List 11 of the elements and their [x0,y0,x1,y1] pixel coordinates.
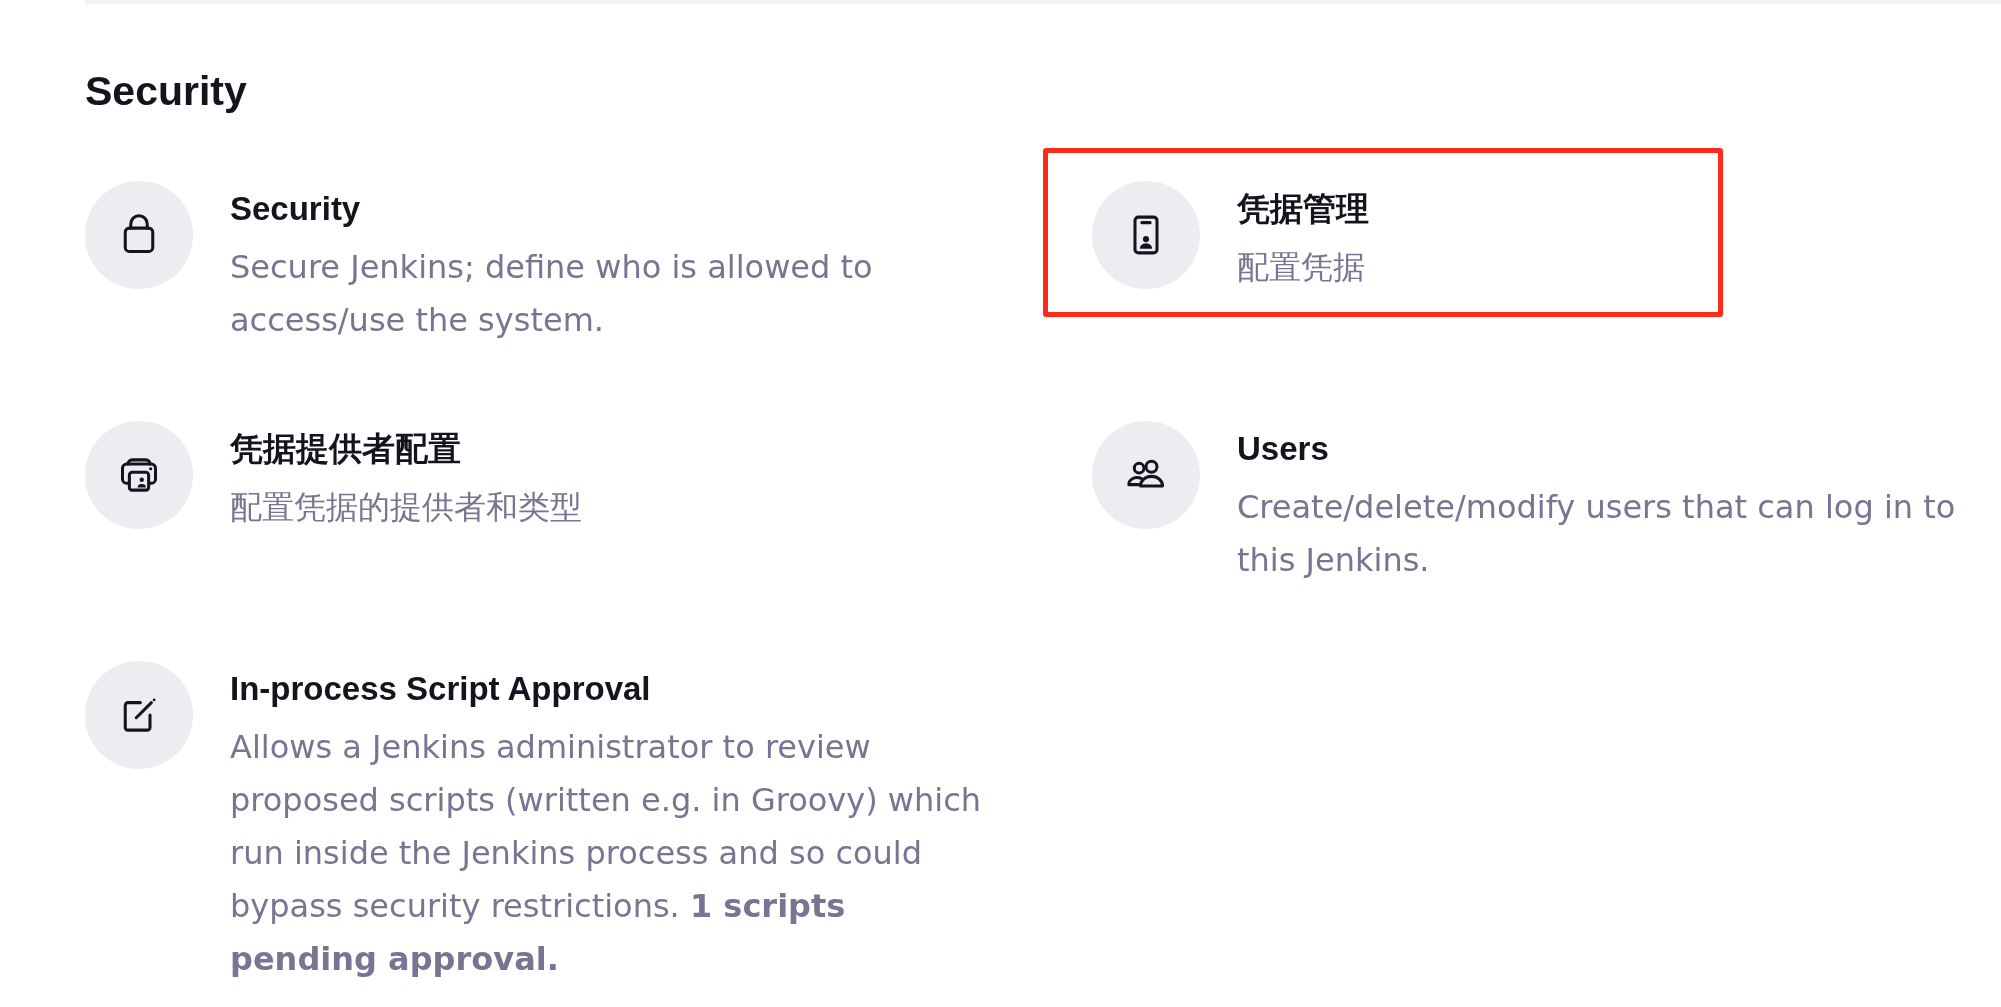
item-description: Secure Jenkins; define who is allowed to access/use the system. [230,247,874,342]
item-title-link[interactable]: Security [230,187,992,232]
item-title-link[interactable]: 凭据提供者配置 [230,427,992,472]
item-description: Allows a Jenkins administrator to review proposed scripts (written e.g. in Groovy) which run inside the Jenkins process and so could bypass security restrictions. 1 scripts pending approval. [230,727,983,981]
item-description: 配置凭据的提供者和类型 [230,487,583,529]
item-title-link[interactable]: 凭据管理 [1237,187,1718,232]
item-description: Create/delete/modify users that can log in to this Jenkins. [1237,487,1957,582]
item-title-link[interactable]: Users [1237,427,1999,472]
section-heading: Security [85,67,248,116]
item-title-link[interactable]: In-process Script Approval [230,667,992,712]
item-description: 配置凭据 [1237,247,1366,289]
